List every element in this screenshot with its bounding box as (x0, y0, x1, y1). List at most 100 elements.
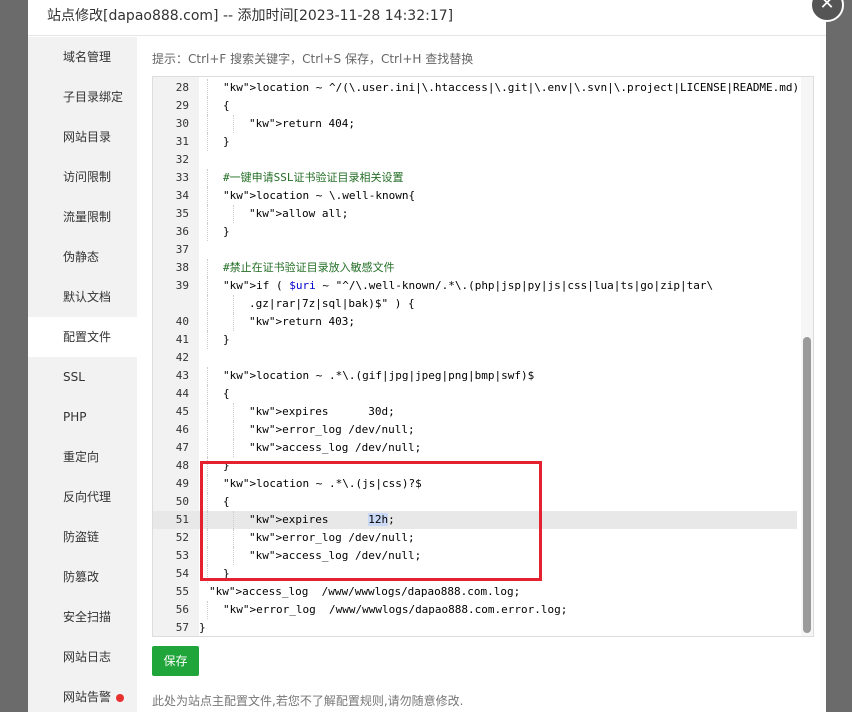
indent-guide (233, 205, 234, 223)
save-button[interactable]: 保存 (152, 646, 199, 676)
sidebar-item-label: 默认文档 (63, 290, 112, 304)
line-number: 35 (175, 207, 189, 220)
code-line[interactable]: 30 "kw">return 404; (153, 115, 797, 133)
vertical-scrollbar[interactable] (801, 77, 813, 636)
sidebar-item[interactable]: 重定向 (28, 437, 137, 477)
scrollbar-thumb[interactable] (803, 337, 811, 633)
sidebar-item[interactable]: 网站告警 (28, 677, 137, 712)
sidebar-item[interactable]: 防篡改 (28, 557, 137, 597)
code-line[interactable]: 29 { (153, 97, 797, 115)
code-line[interactable]: 32 (153, 151, 797, 169)
sidebar-item[interactable]: PHP (28, 397, 137, 437)
sidebar-item[interactable]: 反向代理 (28, 477, 137, 517)
sidebar-item[interactable]: 域名管理 (28, 37, 137, 77)
code-line[interactable]: 37 (153, 241, 797, 259)
sidebar-item-label: 防篡改 (63, 570, 100, 584)
code-line[interactable]: 55 "kw">access_log /www/wwwlogs/dapao888.… (153, 583, 797, 601)
code-text: { (223, 99, 230, 112)
indent-guide (207, 79, 208, 97)
sidebar-item-label: 子目录绑定 (63, 90, 124, 104)
code-line[interactable]: 35 "kw">allow all; (153, 205, 797, 223)
code-line[interactable]: 44 { (153, 385, 797, 403)
code-line[interactable]: 40 "kw">return 403; (153, 313, 797, 331)
indent-guide (207, 277, 208, 295)
line-number: 29 (175, 99, 189, 112)
code-line[interactable]: 42 (153, 349, 797, 367)
sidebar-item-label: 配置文件 (63, 330, 112, 344)
sidebar-item[interactable]: 子目录绑定 (28, 77, 137, 117)
sidebar-item-label: 域名管理 (63, 50, 112, 64)
sidebar-item[interactable]: 防盗链 (28, 517, 137, 557)
line-number: 49 (175, 477, 189, 490)
sidebar-item[interactable]: 流量限制 (28, 197, 137, 237)
indent-guide (207, 259, 208, 277)
line-number: 53 (175, 549, 189, 562)
line-number: 46 (175, 423, 189, 436)
line-number: 40 (175, 315, 189, 328)
line-number: 30 (175, 117, 189, 130)
sidebar-item[interactable]: 配置文件 (28, 317, 137, 357)
line-number: 41 (175, 333, 189, 346)
line-number: 43 (175, 369, 189, 382)
code-line[interactable]: 43 "kw">location ~ .*\.(gif|jpg|jpeg|png|… (153, 367, 797, 385)
line-number: 42 (175, 351, 189, 364)
code-line[interactable]: 31} (153, 133, 797, 151)
code-line[interactable]: 46 "kw">error_log /dev/null; (153, 421, 797, 439)
indent-guide (207, 313, 208, 331)
line-number: 33 (175, 171, 189, 184)
sidebar-item[interactable]: 访问限制 (28, 157, 137, 197)
config-warning-note: 此处为站点主配置文件,若您不了解配置规则,请勿随意修改. (152, 694, 464, 708)
line-number: 34 (175, 189, 189, 202)
code-line[interactable]: 47 "kw">access_log /dev/null; (153, 439, 797, 457)
code-line[interactable]: 28 "kw">location ~ ^/(\.user.ini|\.htacce… (153, 79, 799, 97)
indent-guide (207, 385, 208, 403)
code-text: } (199, 621, 206, 634)
code-line[interactable]: 38 #禁止在证书验证目录放入敏感文件 (153, 259, 797, 277)
code-line[interactable]: 33 #一键申请SSL证书验证目录相关设置 (153, 169, 797, 187)
indent-guide (207, 367, 208, 385)
line-number: 39 (175, 279, 189, 292)
sidebar-item-label: 反向代理 (63, 490, 112, 504)
sidebar-item-label: 重定向 (63, 450, 100, 464)
sidebar-item[interactable]: 默认文档 (28, 277, 137, 317)
line-number: 36 (175, 225, 189, 238)
indent-guide (207, 169, 208, 187)
code-text: #禁止在证书验证目录放入敏感文件 (223, 261, 395, 274)
indent-guide (207, 205, 208, 223)
sidebar-item[interactable]: 安全扫描 (28, 597, 137, 637)
code-text: "kw">location ~ \.well-known{ (223, 189, 416, 202)
code-line[interactable]: 36} (153, 223, 797, 241)
sidebar-item-label: 网站告警 (63, 690, 112, 704)
code-text: "kw">access_log /dev/null; (249, 441, 422, 454)
sidebar-item[interactable]: 网站目录 (28, 117, 137, 157)
line-number: 28 (175, 81, 189, 94)
indent-guide (207, 223, 208, 241)
sidebar-item[interactable]: 网站日志 (28, 637, 137, 677)
indent-guide (207, 403, 208, 421)
sidebar-item-label: PHP (63, 410, 87, 424)
code-line[interactable]: 56 "kw">error_log /www/wwwlogs/dapao888.c… (153, 601, 797, 619)
highlight-annotation-box (200, 461, 542, 581)
sidebar-item[interactable]: SSL (28, 357, 137, 397)
code-text: .gz|rar|7z|sql|bak)$" ) { (249, 297, 415, 310)
code-line[interactable]: 45 "kw">expires 30d; (153, 403, 797, 421)
sidebar-item-label: SSL (63, 370, 85, 384)
indent-guide (207, 421, 208, 439)
code-line[interactable]: 34 "kw">location ~ \.well-known{ (153, 187, 797, 205)
indent-guide (233, 295, 234, 313)
editor-hint: 提示：Ctrl+F 搜索关键字，Ctrl+S 保存，Ctrl+H 查找替换 (152, 52, 474, 66)
code-text: } (223, 225, 230, 238)
line-number: 57 (175, 621, 189, 634)
sidebar-item-label: 访问限制 (63, 170, 112, 184)
line-number: 54 (175, 567, 189, 580)
line-number: 44 (175, 387, 189, 400)
code-line[interactable]: 41} (153, 331, 797, 349)
line-number: 37 (175, 243, 189, 256)
code-line[interactable]: .gz|rar|7z|sql|bak)$" ) { (153, 295, 797, 313)
code-line[interactable]: 57} (153, 619, 797, 636)
indent-guide (207, 601, 208, 619)
sidebar-item[interactable]: 伪静态 (28, 237, 137, 277)
code-line[interactable]: 39 "kw">if ( $uri ~ "^/\.well-known/.*\.(… (153, 277, 797, 295)
alert-dot-icon (116, 693, 125, 702)
line-number: 47 (175, 441, 189, 454)
